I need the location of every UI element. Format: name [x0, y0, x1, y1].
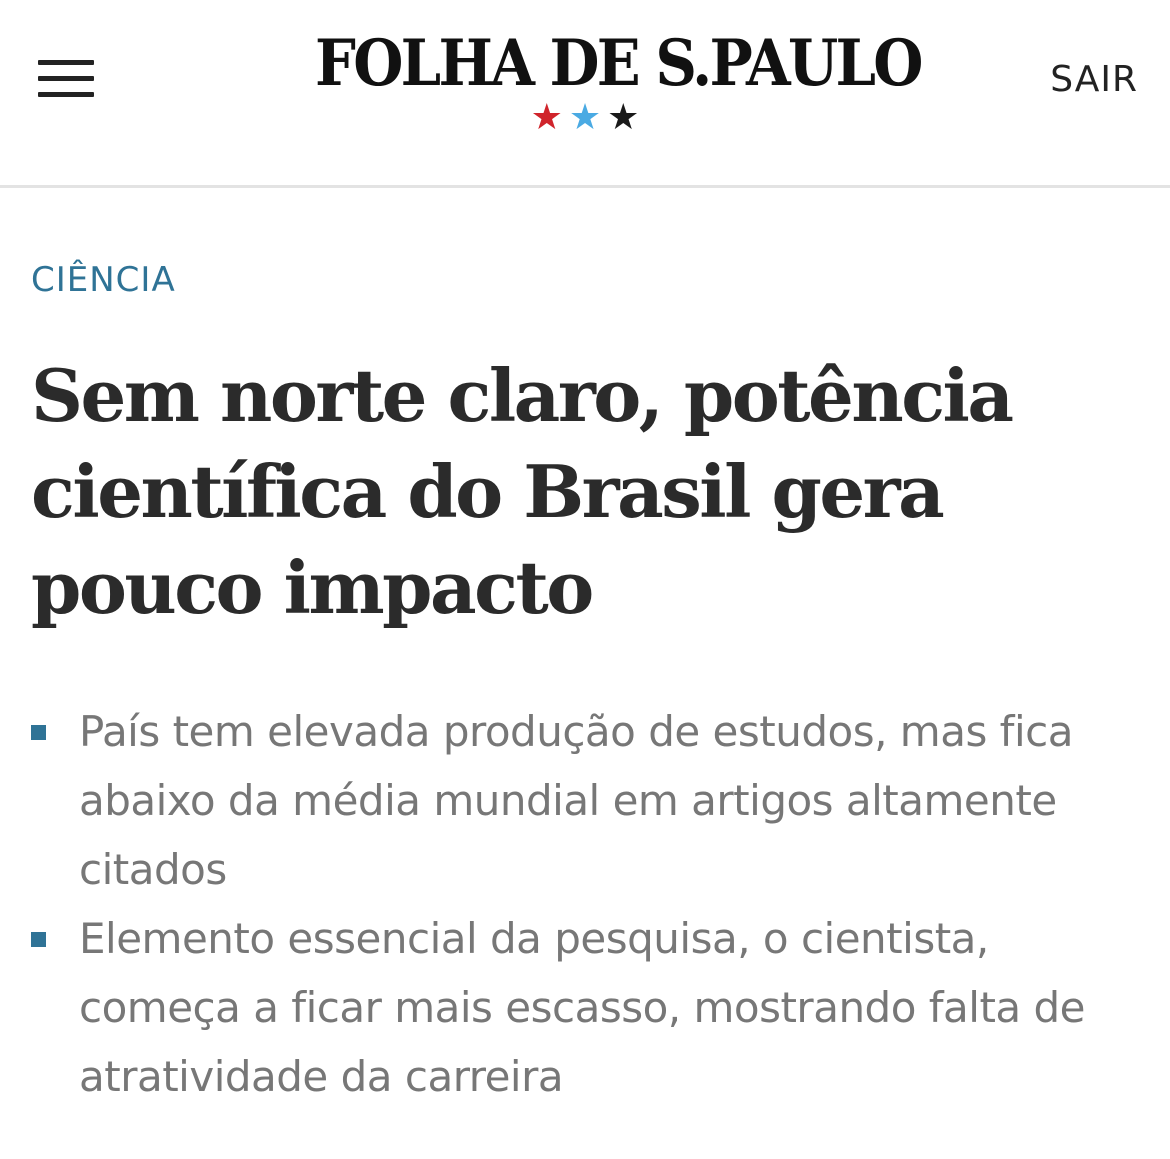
logo-wordmark: FOLHA DE S.PAULO [315, 26, 923, 101]
summary-text: País tem elevada produção de estudos, ma… [79, 707, 1073, 894]
hamburger-menu-icon[interactable] [38, 60, 94, 98]
menu-line [38, 76, 94, 81]
summary-item: Elemento essencial da pesquisa, o cienti… [31, 904, 1141, 1111]
menu-line [38, 92, 94, 97]
bullet-icon [31, 725, 46, 740]
black-star-icon: ★ [607, 97, 640, 138]
site-header: FOLHA DE S.PAULO ★ ★ ★ SAIR [0, 0, 1170, 188]
summary-item: País tem elevada produção de estudos, ma… [31, 697, 1141, 904]
logout-button[interactable]: SAIR [1050, 58, 1138, 102]
article-headline: Sem norte claro, potência científica do … [31, 353, 1014, 630]
bullet-icon [31, 932, 46, 947]
site-logo[interactable]: FOLHA DE S.PAULO ★ ★ ★ [285, 24, 923, 136]
red-star-icon: ★ [530, 97, 563, 138]
menu-line [38, 60, 94, 65]
summary-text: Elemento essencial da pesquisa, o cienti… [79, 914, 1086, 1101]
logo-stars: ★ ★ ★ [285, 100, 885, 136]
article-summary-list: País tem elevada produção de estudos, ma… [31, 697, 1141, 1111]
section-label[interactable]: CIÊNCIA [31, 258, 176, 302]
blue-star-icon: ★ [568, 97, 602, 138]
